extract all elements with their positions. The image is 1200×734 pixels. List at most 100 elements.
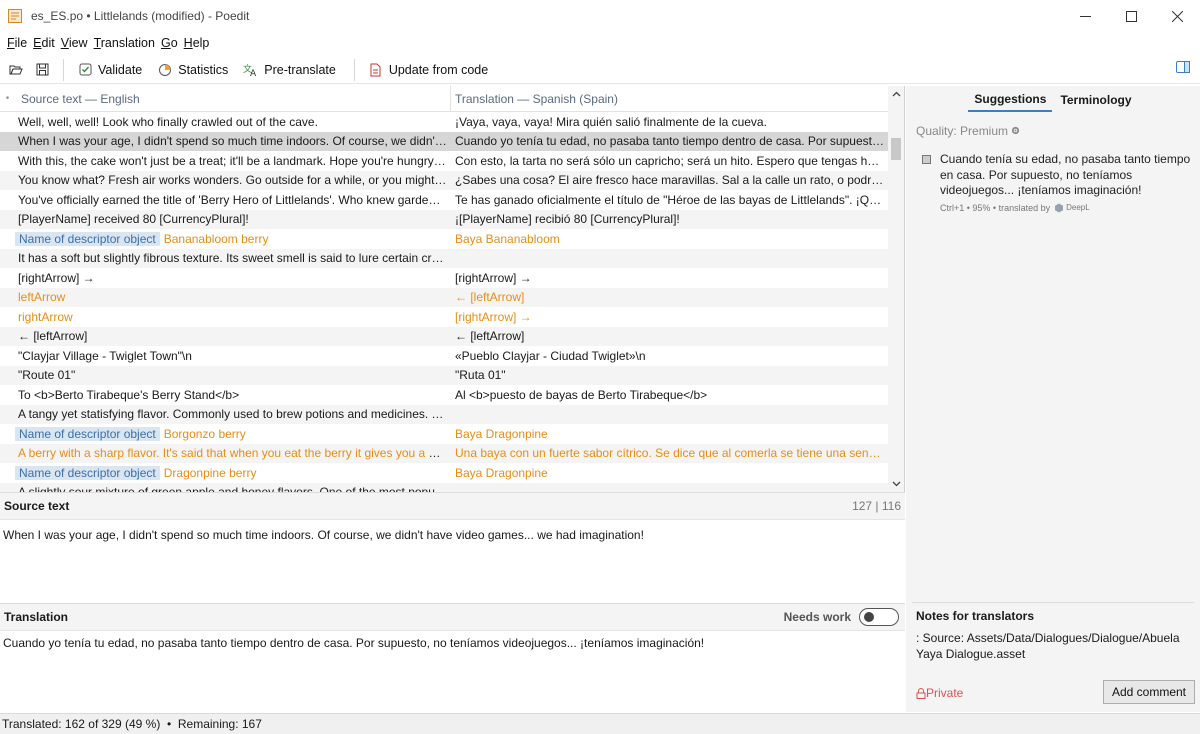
- table-row[interactable]: To <b>Berto Tirabeque's Berry Stand</b> A…: [0, 385, 889, 405]
- notes-text: : Source: Assets/Data/Dialogues/Dialogue…: [916, 631, 1180, 661]
- translation-cell: [rightArrow] →: [455, 270, 532, 285]
- translation-cell: Al <b>puesto de bayas de Berto Tirabeque…: [455, 387, 708, 402]
- sidebar-icon: [1176, 61, 1190, 73]
- private-comment-link[interactable]: Private: [916, 686, 963, 700]
- source-cell: A slightly sour mixture of green apple a…: [0, 485, 451, 492]
- table-row[interactable]: "Clayjar Village - Twiglet Town"\n «Puebl…: [0, 346, 889, 366]
- source-column-header[interactable]: Source text — English: [15, 86, 451, 112]
- translation-cell: Baya Dragonpine: [455, 465, 548, 480]
- translation-cell: "Ruta 01": [455, 368, 506, 383]
- table-row[interactable]: Well, well, well! Look who finally crawl…: [0, 112, 889, 132]
- provider-name: DeepL: [1066, 203, 1090, 212]
- source-text: "Route 01": [18, 368, 76, 383]
- maximize-button[interactable]: [1108, 0, 1154, 32]
- tab-terminology[interactable]: Terminology: [1054, 89, 1137, 111]
- suggestion-meta: Ctrl+1 • 95% • translated by DeepL: [940, 202, 1090, 213]
- source-cell: Name of descriptor object Bananabloom ber…: [0, 231, 451, 246]
- menu-view[interactable]: View: [60, 36, 93, 50]
- table-row[interactable]: rightArrow [rightArrow] →: [0, 307, 889, 327]
- translation-cell: [rightArrow] →: [455, 309, 532, 324]
- save-button[interactable]: [33, 61, 51, 79]
- poedit-app-icon: [7, 8, 23, 24]
- table-row[interactable]: A tangy yet statisfying flavor. Commonly…: [0, 404, 889, 424]
- source-cell: [PlayerName] received 80 [CurrencyPlural…: [0, 212, 451, 226]
- save-icon: [36, 63, 48, 76]
- status-column-header[interactable]: •: [0, 93, 15, 104]
- table-row[interactable]: When I was your age, I didn't spend so m…: [0, 131, 889, 151]
- close-icon: [1171, 10, 1183, 22]
- list-scrollbar[interactable]: [888, 86, 904, 492]
- close-button[interactable]: [1154, 0, 1200, 32]
- source-text-view[interactable]: When I was your age, I didn't spend so m…: [0, 520, 905, 604]
- toolbar-separator: [63, 58, 64, 81]
- tab-suggestions[interactable]: Suggestions: [968, 88, 1053, 112]
- table-row[interactable]: "Route 01" "Ruta 01": [0, 365, 889, 385]
- open-button[interactable]: [7, 61, 25, 79]
- table-row[interactable]: Name of descriptor object Borgonzo berry B…: [0, 424, 889, 444]
- source-cell: Well, well, well! Look who finally crawl…: [0, 115, 451, 129]
- source-cell: leftArrow: [0, 290, 451, 304]
- scroll-up-arrow[interactable]: [888, 86, 904, 102]
- maximize-icon: [1125, 10, 1137, 22]
- table-row[interactable]: You know what? Fresh air works wonders. …: [0, 170, 889, 190]
- source-text: A tangy yet statisfying flavor. Commonly…: [18, 407, 451, 422]
- lock-icon: [916, 687, 926, 699]
- source-cell: A tangy yet statisfying flavor. Commonly…: [0, 407, 451, 421]
- source-cell: To <b>Berto Tirabeque's Berry Stand</b>: [0, 388, 451, 402]
- translation-cell: Baya Bananabloom: [455, 231, 560, 246]
- table-row[interactable]: Name of descriptor object Bananabloom ber…: [0, 229, 889, 249]
- context-badge: Name of descriptor object: [15, 231, 160, 246]
- translate-icon: 文A: [242, 61, 260, 79]
- translation-cell: Con esto, la tarta no será sólo un capri…: [455, 153, 889, 168]
- source-cell: Name of descriptor object Dragonpine berr…: [0, 465, 451, 480]
- table-row[interactable]: With this, the cake won't just be a trea…: [0, 151, 889, 171]
- table-row[interactable]: [PlayerName] received 80 [CurrencyPlural…: [0, 209, 889, 229]
- folder-open-icon: [9, 65, 23, 74]
- table-row[interactable]: ← [leftArrow] ← [leftArrow]: [0, 326, 889, 346]
- toggle-sidebar-button[interactable]: [1176, 61, 1190, 76]
- source-text: It has a soft but slightly fibrous textu…: [18, 251, 451, 266]
- source-text: [rightArrow] →: [18, 270, 95, 285]
- table-row[interactable]: Name of descriptor object Dragonpine berr…: [0, 463, 889, 483]
- translation-editor[interactable]: Cuando yo tenía tu edad, no pasaba tanto…: [0, 631, 905, 711]
- add-comment-button[interactable]: Add comment: [1103, 680, 1195, 704]
- source-cell: You know what? Fresh air works wonders. …: [0, 173, 451, 187]
- table-row[interactable]: A slightly sour mixture of green apple a…: [0, 482, 889, 492]
- pretranslate-button[interactable]: 文A Pre-translate: [238, 58, 340, 82]
- scroll-thumb[interactable]: [891, 138, 901, 160]
- table-row[interactable]: It has a soft but slightly fibrous textu…: [0, 248, 889, 268]
- needs-work-control: Needs work: [784, 608, 899, 626]
- table-row[interactable]: [rightArrow] → [rightArrow] →: [0, 268, 889, 288]
- menu-edit[interactable]: Edit: [32, 36, 60, 50]
- window-controls: [1062, 0, 1200, 32]
- scroll-down-arrow[interactable]: [888, 476, 904, 492]
- minimize-button[interactable]: [1062, 0, 1108, 32]
- menu-go[interactable]: Go: [160, 36, 183, 50]
- update-from-code-button[interactable]: Update from code: [363, 58, 492, 82]
- source-text: leftArrow: [18, 290, 66, 305]
- source-text: You've officially earned the title of 'B…: [18, 192, 451, 207]
- menu-translation[interactable]: Translation: [93, 36, 160, 50]
- validate-button[interactable]: Validate: [72, 58, 146, 82]
- suggestion-bullet-icon: [922, 155, 931, 164]
- pie-chart-icon: [156, 61, 174, 79]
- needs-work-toggle[interactable]: [859, 608, 899, 626]
- table-row[interactable]: You've officially earned the title of 'B…: [0, 190, 889, 210]
- menu-file[interactable]: File: [6, 36, 32, 50]
- source-text: Dragonpine berry: [163, 465, 257, 480]
- toolbar-separator: [353, 58, 355, 81]
- table-row[interactable]: leftArrow ← [leftArrow]: [0, 287, 889, 307]
- translation-column-header[interactable]: Translation — Spanish (Spain): [451, 86, 889, 112]
- statistics-button[interactable]: Statistics: [152, 58, 232, 82]
- menu-help[interactable]: Help: [183, 36, 215, 50]
- window-title: es_ES.po • Littlelands (modified) - Poed…: [31, 9, 250, 23]
- source-cell: When I was your age, I didn't spend so m…: [0, 134, 451, 148]
- table-row[interactable]: A berry with a sharp flavor. It's said t…: [0, 443, 889, 463]
- gear-icon[interactable]: [1011, 126, 1020, 135]
- source-text: rightArrow: [18, 309, 73, 324]
- source-text: A berry with a sharp flavor. It's said t…: [18, 446, 451, 461]
- status-text: Translated: 162 of 329 (49 %) • Remainin…: [2, 717, 262, 731]
- suggestion-item[interactable]: Cuando tenía su edad, no pasaba tanto ti…: [922, 152, 1192, 213]
- source-cell: A berry with a sharp flavor. It's said t…: [0, 446, 451, 460]
- source-cell: Name of descriptor object Borgonzo berry: [0, 426, 451, 441]
